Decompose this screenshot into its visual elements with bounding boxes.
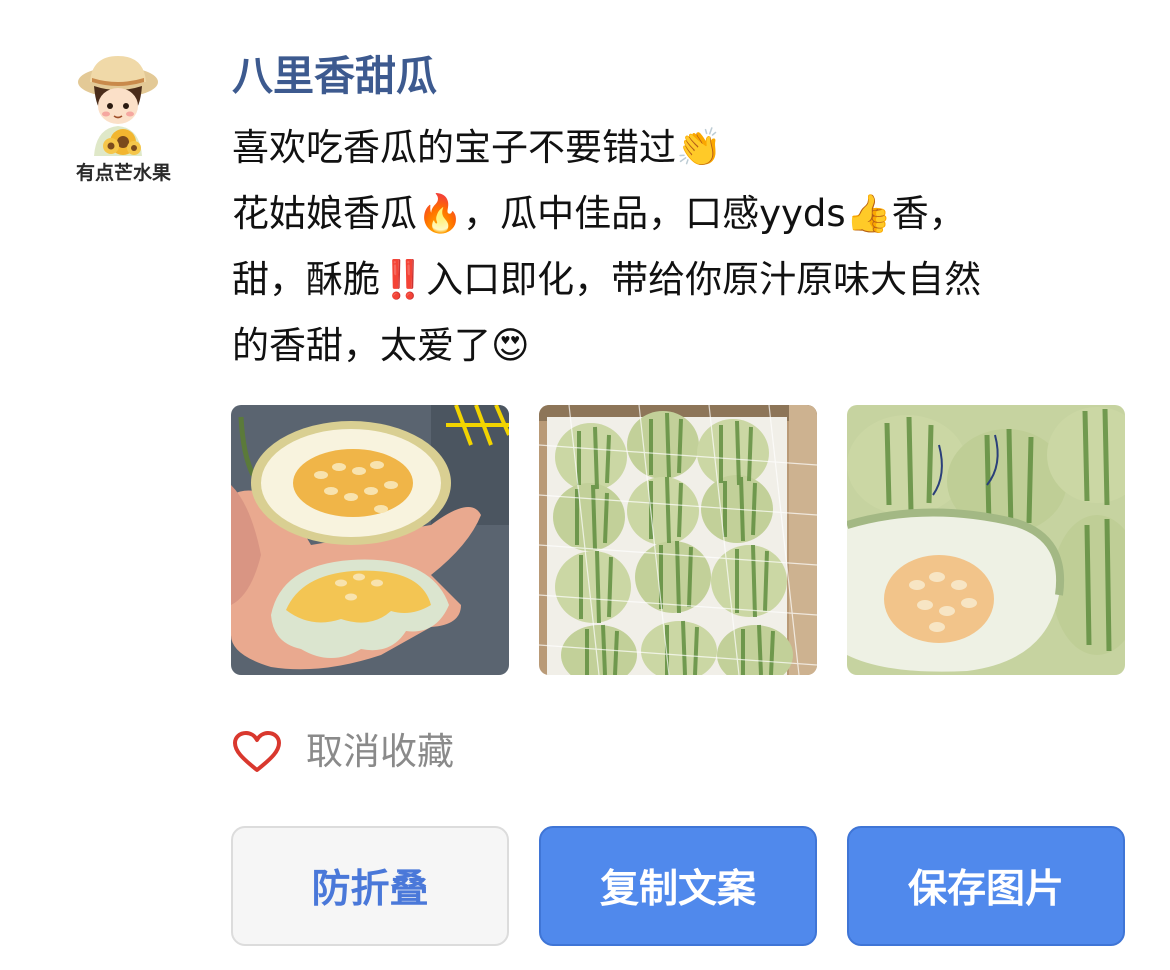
melons-in-box-photo (539, 405, 817, 675)
post-line: 花姑娘香瓜🔥，瓜中佳品，口感yyds👍香， (232, 192, 966, 235)
account-name[interactable]: 八里香甜瓜 (232, 50, 437, 102)
post-photo-1[interactable] (231, 405, 509, 675)
unfavorite-button[interactable]: 取消收藏 (232, 722, 454, 782)
unfavorite-label: 取消收藏 (306, 730, 454, 773)
post-photo-2[interactable] (539, 405, 817, 675)
anti-fold-button[interactable]: 防折叠 (231, 826, 509, 946)
post-photo-3[interactable] (847, 405, 1125, 675)
cut-melon-photo (847, 405, 1125, 675)
post-text: 喜欢吃香瓜的宝子不要错过👏 花姑娘香瓜🔥，瓜中佳品，口感yyds👍香， 甜，酥脆… (232, 115, 1112, 379)
avatar-illustration (78, 56, 158, 156)
avatar[interactable]: 有点芒水果 (66, 50, 181, 190)
copy-text-button[interactable]: 复制文案 (539, 826, 817, 946)
post-line: 喜欢吃香瓜的宝子不要错过👏 (232, 126, 723, 169)
melon-halves-photo (231, 405, 509, 675)
heart-outline-icon (233, 731, 281, 772)
post-line: 的香甜，太爱了😍 (232, 324, 530, 367)
post-line: 甜，酥脆‼️入口即化，带给你原汁原味大自然 (232, 258, 982, 301)
save-image-button[interactable]: 保存图片 (847, 826, 1125, 946)
avatar-caption: 有点芒水果 (75, 162, 171, 184)
